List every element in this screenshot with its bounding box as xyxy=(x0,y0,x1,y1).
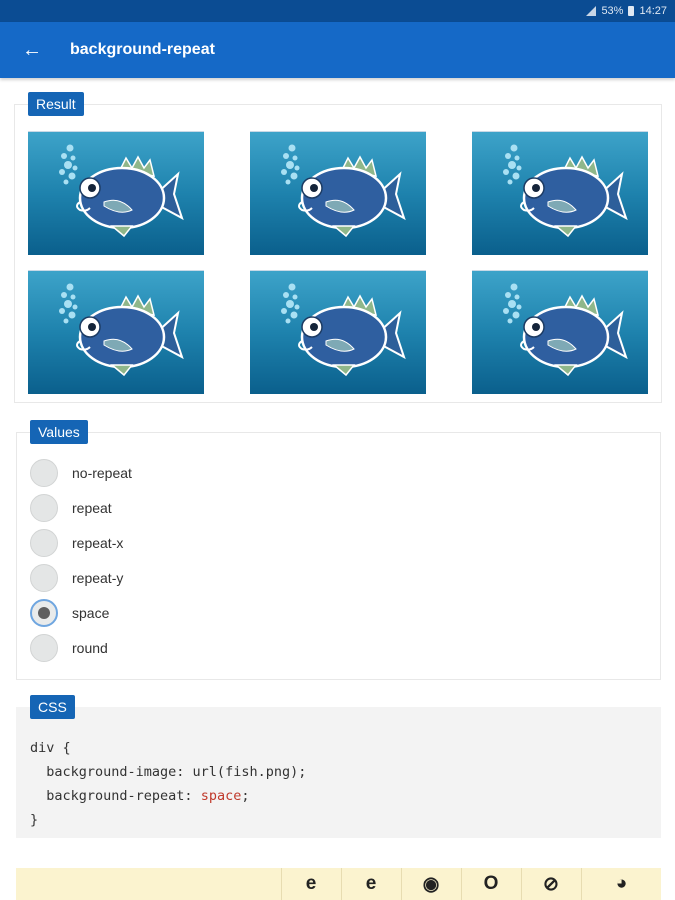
browser-support-bar: e e ◉ O ⊘ ◕ xyxy=(16,868,661,900)
battery-icon xyxy=(628,6,635,16)
radio-label: repeat xyxy=(72,500,112,516)
radio-option-no-repeat[interactable]: no-repeat xyxy=(30,458,132,488)
code-property: background-repeat: xyxy=(30,788,201,804)
radio-option-round[interactable]: round xyxy=(30,633,108,663)
radio-label: repeat-y xyxy=(72,570,124,586)
radio-button[interactable] xyxy=(30,494,58,522)
radio-button[interactable] xyxy=(30,459,58,487)
radio-option-repeat[interactable]: repeat xyxy=(30,493,112,523)
firefox-icon: ◕ xyxy=(581,868,661,900)
code-line: div { xyxy=(30,740,71,756)
code-line: } xyxy=(30,812,39,828)
radio-button[interactable] xyxy=(30,529,58,557)
code-value: space xyxy=(200,788,242,804)
opera-icon: O xyxy=(461,868,520,900)
fish-tile xyxy=(250,131,426,255)
chrome-icon: ◉ xyxy=(401,868,460,900)
signal-icon xyxy=(585,6,597,16)
radio-option-space[interactable]: space xyxy=(30,598,109,628)
fish-image xyxy=(28,132,204,255)
page-title: background-repeat xyxy=(70,41,215,58)
arrow-left-icon: ← xyxy=(22,38,42,61)
fish-tile xyxy=(28,131,204,255)
radio-button-selected[interactable] xyxy=(30,599,58,627)
radio-button[interactable] xyxy=(30,634,58,662)
safari-icon: ⊘ xyxy=(521,868,580,900)
css-code: div { background-image: url(fish.png); b… xyxy=(30,736,306,832)
fish-tile xyxy=(472,131,648,255)
code-line: background-image: url(fish.png); xyxy=(30,764,307,780)
fish-image xyxy=(472,271,648,394)
radio-option-repeat-x[interactable]: repeat-x xyxy=(30,528,123,558)
fish-image xyxy=(28,271,204,394)
battery-percent: 53% xyxy=(601,5,624,17)
fish-image xyxy=(250,271,426,394)
fish-tile xyxy=(250,270,426,394)
edge-icon: e xyxy=(341,868,400,900)
clock: 14:27 xyxy=(639,5,667,17)
code-line: background-repeat: space; xyxy=(30,784,306,808)
radio-option-repeat-y[interactable]: repeat-y xyxy=(30,563,123,593)
ie-icon: e xyxy=(281,868,340,900)
fish-tile xyxy=(472,270,648,394)
radio-label: no-repeat xyxy=(72,465,132,481)
fish-image xyxy=(250,132,426,255)
radio-label: space xyxy=(72,605,110,621)
css-label: CSS xyxy=(30,695,75,719)
code-punct: ; xyxy=(241,788,250,804)
radio-label: round xyxy=(72,640,108,656)
result-label: Result xyxy=(28,92,84,116)
back-button[interactable]: ← xyxy=(0,22,64,78)
radio-label: repeat-x xyxy=(72,535,124,551)
values-label: Values xyxy=(30,420,88,444)
app-bar: ← background-repeat xyxy=(0,22,675,78)
fish-tile xyxy=(28,270,204,394)
fish-image xyxy=(472,132,648,255)
status-bar: 53% 14:27 xyxy=(0,0,675,22)
radio-button[interactable] xyxy=(30,564,58,592)
